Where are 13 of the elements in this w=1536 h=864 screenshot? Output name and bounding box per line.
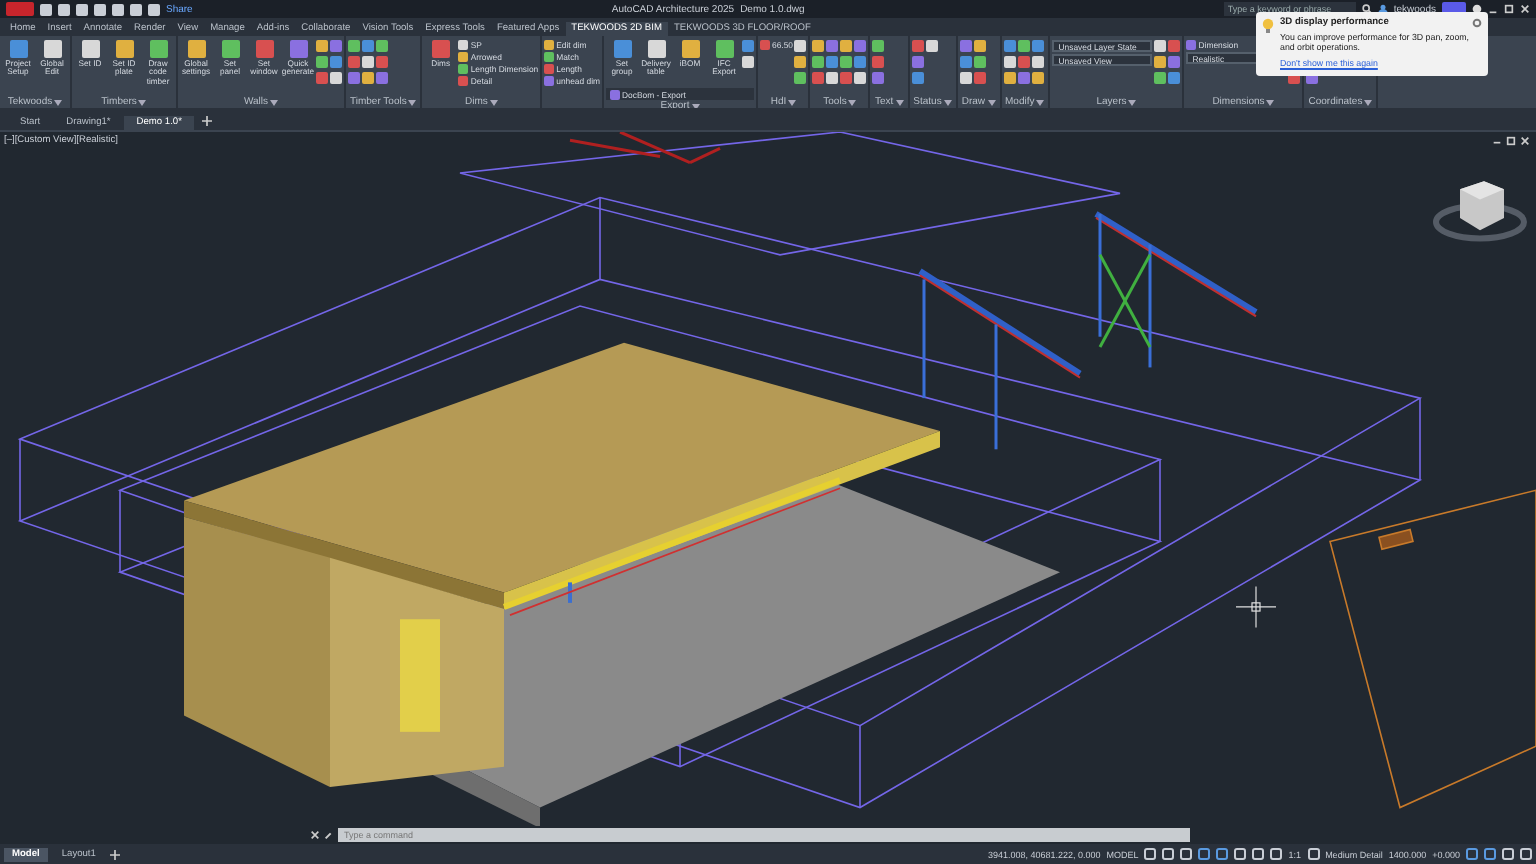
close-icon[interactable]	[1520, 4, 1530, 14]
lightbulb-icon	[1262, 18, 1274, 34]
add-tab-icon[interactable]	[109, 849, 120, 859]
close-icon[interactable]	[310, 830, 320, 840]
add-tab-icon[interactable]	[201, 116, 212, 126]
restore-icon[interactable]	[1504, 4, 1514, 14]
search-icon[interactable]	[1361, 4, 1372, 14]
crosshair-icon	[1235, 585, 1277, 629]
restore-icon[interactable]	[1506, 136, 1516, 146]
close-icon[interactable]	[1520, 136, 1530, 146]
minimize-icon[interactable]	[1492, 136, 1502, 146]
tool-icon	[610, 89, 620, 99]
viewcube-icon[interactable]	[1432, 181, 1528, 242]
